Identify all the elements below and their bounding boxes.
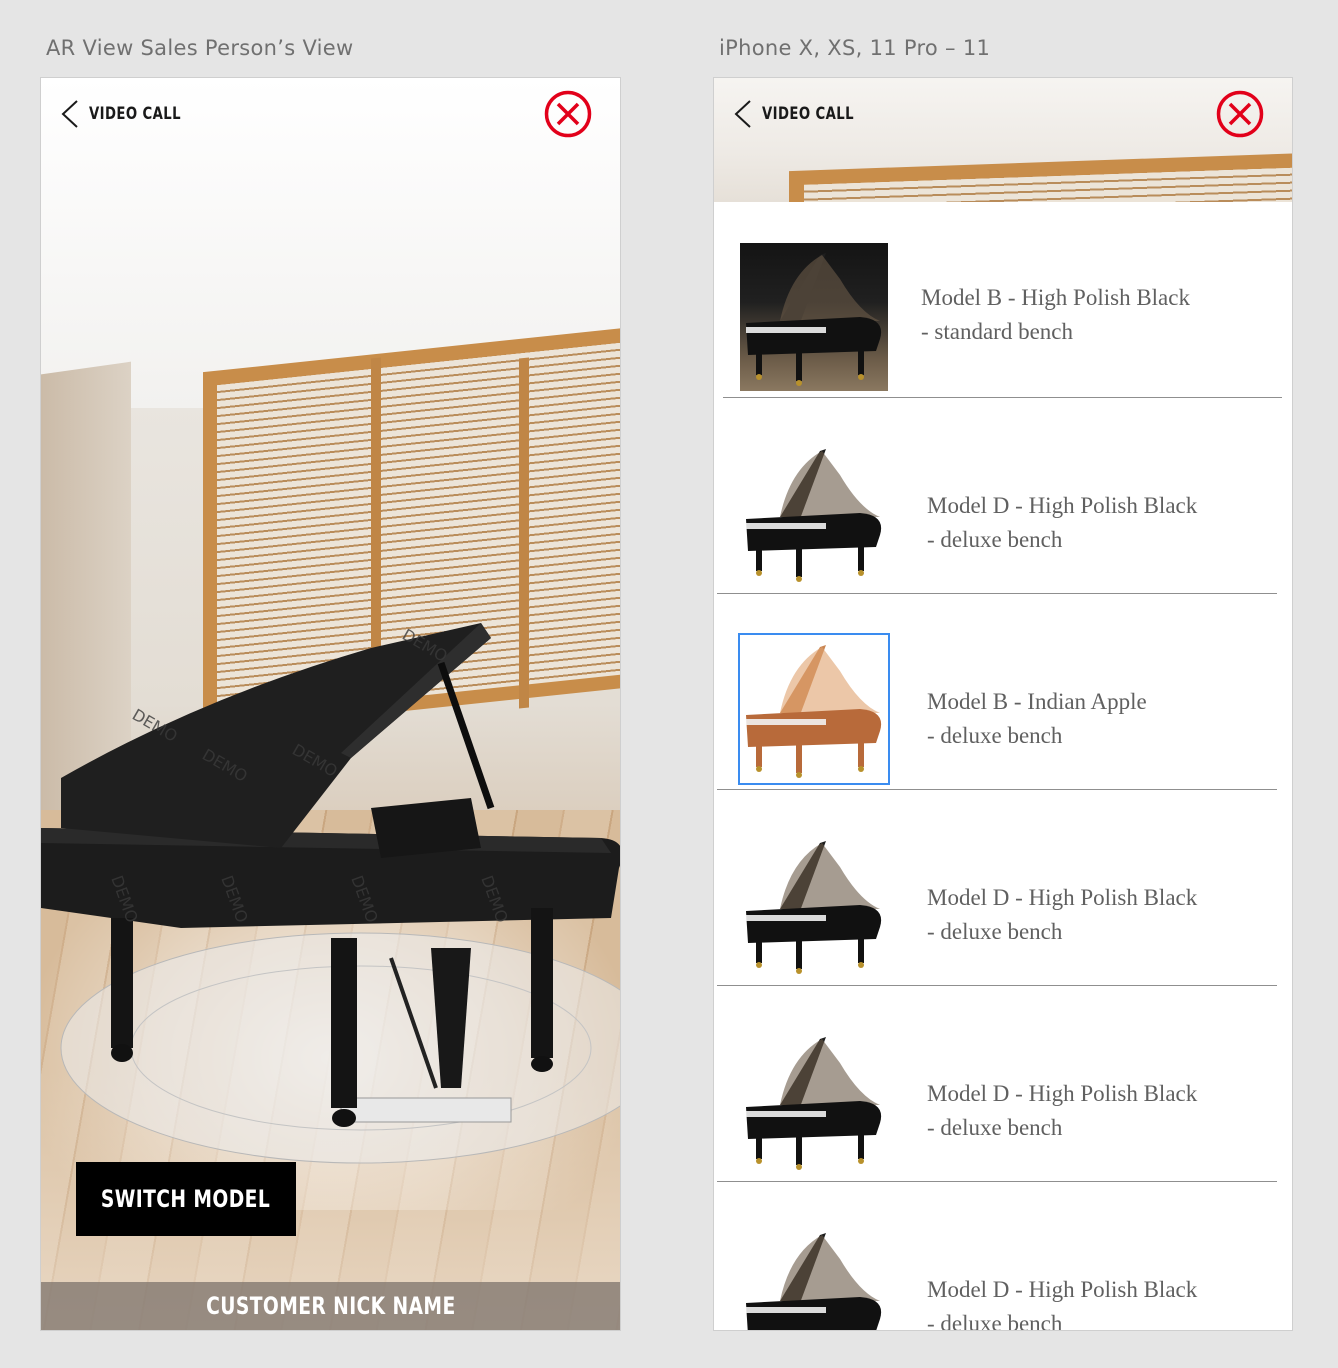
piano-thumbnail-image — [746, 1233, 881, 1330]
model-list-item[interactable]: Model D - High Polish Black - deluxe benc… — [714, 986, 1292, 1182]
artboard-title-ar-view: AR View Sales Person’s View — [46, 36, 354, 60]
model-bench: - deluxe bench — [927, 1115, 1063, 1140]
model-thumbnail[interactable] — [738, 633, 890, 785]
model-picker-screen: VIDEO CALL Model B - High Polish Black - … — [713, 77, 1293, 1331]
piano-thumbnail-image — [746, 841, 882, 974]
back-button[interactable]: VIDEO CALL — [732, 99, 880, 129]
artboard-title-iphone: iPhone X, XS, 11 Pro – 11 — [719, 36, 991, 60]
model-list-item[interactable]: Model D - High Polish Black - deluxe benc… — [714, 1182, 1292, 1331]
model-thumbnail[interactable] — [740, 439, 888, 587]
chevron-left-icon — [61, 100, 78, 128]
customer-nick-name: CUSTOMER NICK NAME — [205, 1292, 456, 1320]
switch-model-button[interactable]: SWITCH MODEL — [76, 1162, 296, 1236]
ar-piano-model[interactable]: DEMO DEMO DEMO DEMO DEMO DEMO DEMO DEMO — [41, 578, 621, 1178]
close-icon[interactable] — [544, 90, 592, 138]
model-description: Model D - High Polish Black - deluxe benc… — [927, 489, 1197, 557]
customer-name-bar: CUSTOMER NICK NAME — [41, 1282, 620, 1330]
piano-thumbnail-image — [746, 253, 882, 386]
model-name: Model D - High Polish Black — [927, 493, 1198, 518]
piano-thumbnail-image — [746, 449, 882, 582]
model-description: Model D - High Polish Black - deluxe benc… — [927, 1273, 1198, 1331]
model-name: Model B - High Polish Black — [921, 285, 1190, 310]
model-list-item[interactable]: Model D - High Polish Black - deluxe benc… — [714, 790, 1292, 986]
back-button[interactable]: VIDEO CALL — [59, 99, 207, 129]
close-icon[interactable] — [1216, 90, 1264, 138]
model-bench: - deluxe bench — [927, 1311, 1063, 1331]
model-description: Model B - High Polish Black - standard be… — [921, 281, 1190, 349]
model-name: Model D - High Polish Black — [927, 1277, 1198, 1302]
ar-view-screen: DEMO DEMO DEMO DEMO DEMO DEMO DEMO DEMO … — [40, 77, 621, 1331]
model-bench: - deluxe bench — [927, 723, 1063, 748]
model-name: Model D - High Polish Black — [927, 1081, 1198, 1106]
model-thumbnail[interactable] — [740, 831, 888, 979]
model-bench: - deluxe bench — [927, 919, 1063, 944]
model-thumbnail[interactable] — [740, 1027, 888, 1175]
piano-thumbnail-image — [746, 1037, 882, 1170]
model-description: Model D - High Polish Black - deluxe benc… — [927, 881, 1197, 949]
chevron-left-icon — [734, 100, 751, 128]
back-label: VIDEO CALL — [762, 104, 854, 124]
model-list-item[interactable]: Model D - High Polish Black - deluxe benc… — [714, 398, 1292, 594]
model-name: Model B - Indian Apple — [927, 689, 1147, 714]
piano-thumbnail-image — [746, 645, 882, 778]
top-bar: VIDEO CALL — [714, 78, 1292, 150]
model-name: Model D - High Polish Black — [927, 885, 1198, 910]
switch-model-label: SWITCH MODEL — [101, 1185, 271, 1213]
model-thumbnail[interactable] — [740, 1223, 888, 1330]
model-bench: - standard bench — [921, 319, 1073, 344]
model-description: Model D - High Polish Black - deluxe benc… — [927, 1077, 1197, 1145]
back-label: VIDEO CALL — [89, 104, 181, 124]
top-bar: VIDEO CALL — [41, 78, 620, 150]
model-list-item[interactable]: Model B - High Polish Black - standard be… — [714, 202, 1292, 398]
model-bench: - deluxe bench — [927, 527, 1063, 552]
model-list: Model B - High Polish Black - standard be… — [714, 202, 1292, 1331]
model-list-item[interactable]: Model B - Indian Apple - deluxe bench — [714, 594, 1292, 790]
model-thumbnail[interactable] — [740, 243, 888, 391]
model-description: Model B - Indian Apple - deluxe bench — [927, 685, 1147, 753]
